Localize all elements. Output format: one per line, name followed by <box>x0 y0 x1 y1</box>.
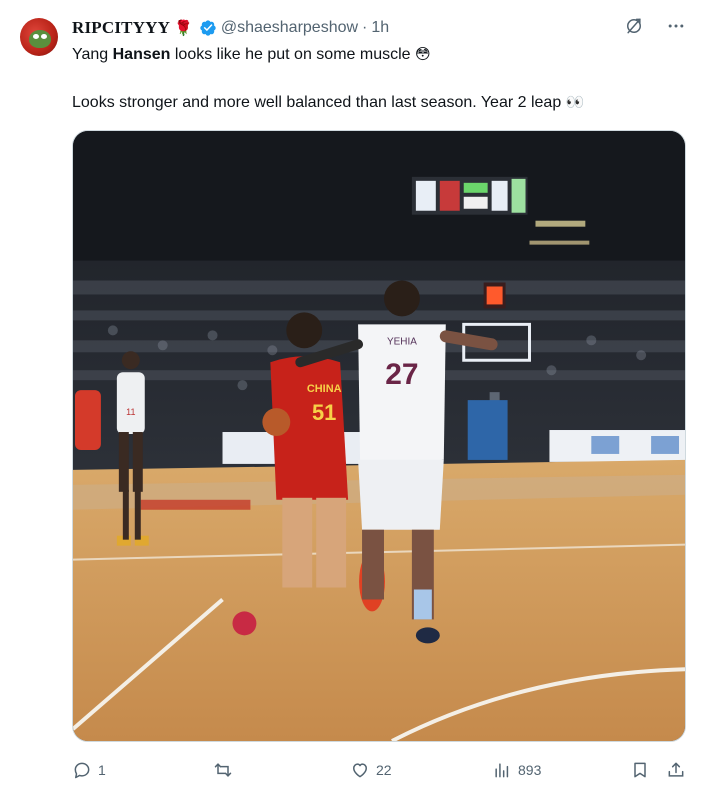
tweet-media[interactable]: 11 CHINA 51 YEHIA 27 <box>72 130 686 742</box>
text-segment: looks like he put on some muscle <box>170 46 415 63</box>
avatar-face <box>29 30 51 48</box>
reply-icon <box>74 762 90 779</box>
tweet-text-line-2: Looks stronger and more well balanced th… <box>72 92 584 114</box>
reply-button[interactable]: 1 <box>72 760 106 780</box>
share-button[interactable] <box>666 760 686 780</box>
verified-badge-icon <box>200 20 216 36</box>
eyes-emoji: 👀 <box>565 94 585 111</box>
tweet-header: RIPCITYYY 🌹 @shaesharpeshow · 1h <box>72 16 389 40</box>
like-icon <box>353 763 367 778</box>
basketball-photo: 11 CHINA 51 YEHIA 27 <box>73 131 685 741</box>
display-name[interactable]: RIPCITYYY <box>72 18 170 38</box>
jersey-red-text: CHINA <box>307 383 342 395</box>
text-segment: Looks stronger and more well balanced th… <box>72 94 566 111</box>
name-emoji: 🌹 <box>174 20 193 37</box>
bookmark-icon <box>634 762 646 778</box>
grok-icon[interactable] <box>624 16 644 36</box>
avatar[interactable] <box>20 18 58 56</box>
jersey-left-number: 11 <box>126 407 135 417</box>
bookmark-button[interactable] <box>630 760 650 780</box>
reply-count: 1 <box>98 762 106 778</box>
text-segment: Yang <box>72 46 113 63</box>
avatar-eye <box>41 34 47 39</box>
views-icon <box>495 763 509 778</box>
text-bold-segment: Hansen <box>112 46 171 63</box>
share-icon <box>668 762 684 777</box>
like-button[interactable]: 22 <box>350 760 392 780</box>
more-icon[interactable] <box>666 16 686 36</box>
tweet-actions: 1 22 893 <box>72 756 688 786</box>
top-actions <box>624 16 686 36</box>
timestamp[interactable]: 1h <box>371 19 389 37</box>
jersey-white-number: 27 <box>385 358 418 391</box>
jersey-red-number: 51 <box>312 400 336 425</box>
avatar-eye <box>33 34 39 39</box>
jersey-white-name: YEHIA <box>387 336 417 347</box>
separator: · <box>362 19 368 36</box>
like-count: 22 <box>376 762 392 778</box>
handle[interactable]: @shaesharpeshow <box>221 19 358 37</box>
tweet-text-line-1: Yang Hansen looks like he put on some mu… <box>72 44 431 66</box>
flushed-emoji: 😳 <box>414 46 431 63</box>
retweet-button[interactable] <box>213 760 239 780</box>
views-count: 893 <box>518 762 542 778</box>
retweet-icon <box>214 763 232 777</box>
views-button[interactable]: 893 <box>492 760 541 780</box>
